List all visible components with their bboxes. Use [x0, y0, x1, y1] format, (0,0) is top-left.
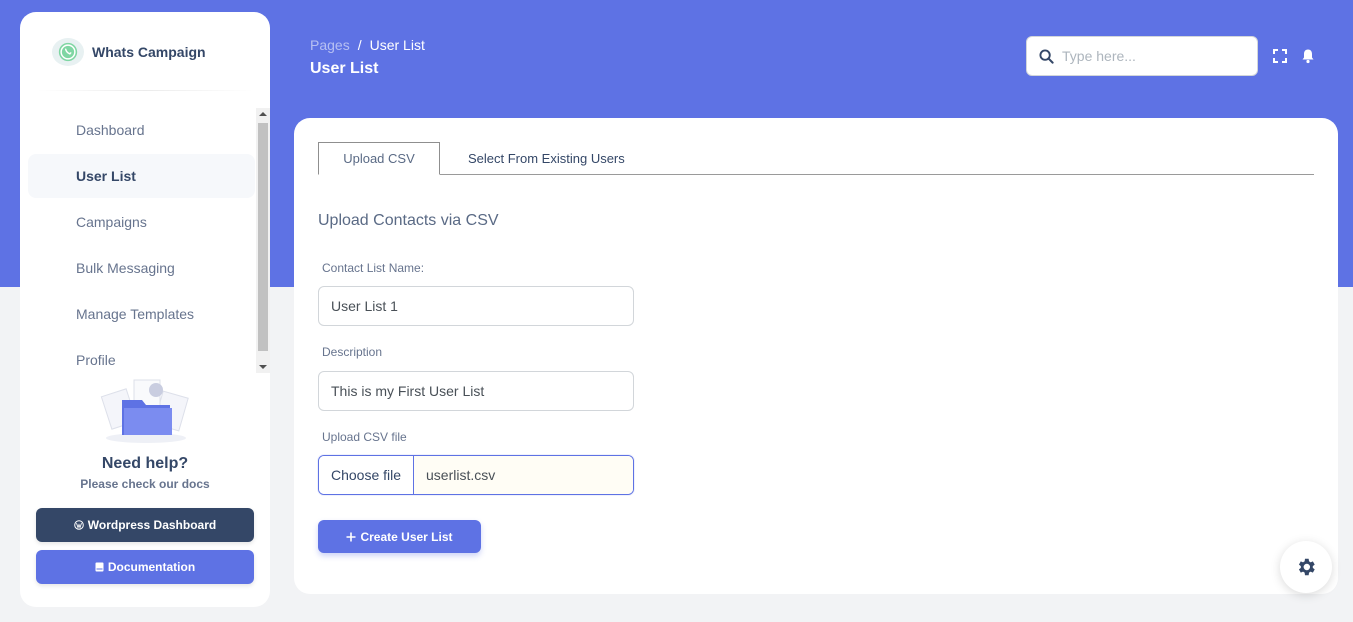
sidebar: Whats Campaign Dashboard User List Campa… [20, 12, 270, 607]
help-subtitle: Please check our docs [80, 477, 210, 491]
sidebar-item-label: Profile [76, 352, 116, 368]
tab-label: Select From Existing Users [468, 151, 625, 166]
sidebar-item-campaigns[interactable]: Campaigns [28, 200, 255, 244]
csv-file-input[interactable]: Choose file userlist.csv [318, 455, 634, 495]
sidebar-item-label: Dashboard [76, 122, 145, 138]
csv-file-label: Upload CSV file [322, 430, 407, 444]
create-user-list-button[interactable]: Create User List [318, 520, 481, 553]
gear-icon [1298, 558, 1315, 576]
help-title: Need help? [101, 455, 189, 472]
contact-list-name-label: Contact List Name: [322, 261, 425, 275]
breadcrumb-separator: / [357, 37, 362, 53]
search-input[interactable] [1062, 48, 1242, 64]
search-icon [1039, 48, 1054, 64]
breadcrumb-pages[interactable]: Pages [310, 37, 350, 53]
tab-label: Upload CSV [343, 151, 415, 166]
contact-list-name-value: User List 1 [331, 298, 398, 314]
wordpress-dashboard-label: Wordpress Dashboard [87, 518, 217, 532]
upload-card: Upload CSV Select From Existing Users Up… [294, 118, 1338, 594]
scroll-up-icon[interactable] [259, 112, 267, 116]
description-value: This is my First User List [331, 383, 485, 399]
sidebar-nav: Dashboard User List Campaigns Bulk Messa… [28, 108, 255, 373]
selected-file-name: userlist.csv [414, 456, 633, 494]
sidebar-item-profile[interactable]: Profile [28, 338, 255, 373]
sidebar-item-label: User List [76, 168, 136, 184]
settings-button[interactable] [1280, 541, 1332, 593]
sidebar-item-label: Campaigns [76, 214, 147, 230]
scrollbar-thumb[interactable] [258, 123, 268, 351]
documentation-button[interactable]: Documentation [36, 550, 254, 584]
description-label: Description [322, 345, 383, 359]
page-title: User List [310, 60, 379, 77]
documentation-label: Documentation [107, 560, 196, 574]
brand-name: Whats Campaign [92, 44, 206, 60]
documents-folder-icon [100, 379, 189, 443]
brand[interactable]: Whats Campaign [52, 38, 206, 66]
sidebar-item-dashboard[interactable]: Dashboard [28, 108, 255, 152]
scroll-down-icon[interactable] [259, 365, 267, 369]
fullscreen-icon[interactable] [1272, 48, 1288, 64]
bell-icon[interactable] [1300, 48, 1316, 64]
sidebar-item-label: Manage Templates [76, 306, 195, 322]
choose-file-button[interactable]: Choose file [319, 456, 414, 494]
breadcrumb-current: User List [369, 37, 425, 53]
description-field[interactable]: This is my First User List [318, 371, 634, 411]
sidebar-item-bulk-messaging[interactable]: Bulk Messaging [28, 246, 255, 290]
search-box[interactable] [1026, 36, 1258, 76]
tab-upload-csv[interactable]: Upload CSV [318, 142, 440, 175]
sidebar-scrollbar[interactable] [256, 108, 270, 373]
whatsapp-icon [52, 38, 84, 66]
contact-list-name-field[interactable]: User List 1 [318, 286, 634, 326]
wordpress-dashboard-button[interactable]: Wordpress Dashboard [36, 508, 254, 542]
book-icon [95, 562, 104, 572]
sidebar-item-user-list[interactable]: User List [28, 154, 255, 198]
sidebar-item-label: Bulk Messaging [76, 260, 175, 276]
sidebar-item-manage-templates[interactable]: Manage Templates [28, 292, 255, 336]
plus-icon [346, 532, 356, 541]
brand-divider [36, 90, 254, 91]
wordpress-icon [73, 520, 84, 530]
create-user-list-label: Create User List [360, 529, 453, 544]
breadcrumb: Pages / User List [310, 37, 425, 53]
tab-select-existing-users[interactable]: Select From Existing Users [468, 142, 625, 175]
tab-bar: Upload CSV Select From Existing Users [318, 142, 1314, 175]
section-title: Upload Contacts via CSV [318, 212, 499, 229]
